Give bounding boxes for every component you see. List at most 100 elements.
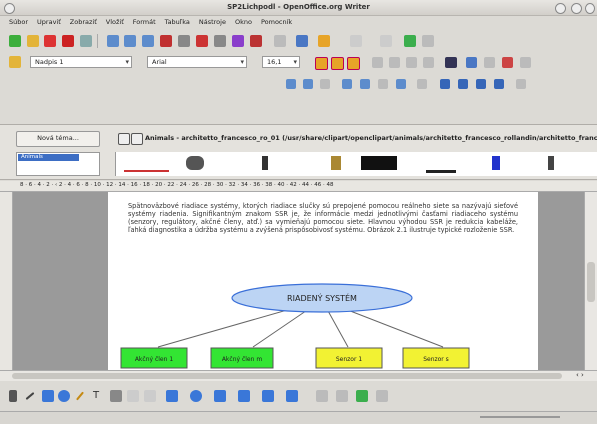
gallery-icon[interactable]	[350, 35, 362, 47]
zoom-icon[interactable]	[380, 35, 392, 47]
menu-item[interactable]: Súbor	[9, 18, 28, 26]
gallery-thumb[interactable]	[124, 156, 169, 172]
ellipse-icon[interactable]	[58, 390, 70, 402]
freeform-icon[interactable]	[76, 391, 84, 401]
line-icon[interactable]	[25, 392, 35, 400]
print-icon[interactable]	[80, 35, 92, 47]
toolbar-options-icon[interactable]	[422, 35, 434, 47]
area-icon[interactable]	[494, 79, 504, 89]
fontwork-icon[interactable]	[316, 390, 328, 402]
menu-item[interactable]: Zobraziť	[70, 18, 97, 26]
undo-icon[interactable]	[107, 35, 119, 47]
copy-icon[interactable]	[196, 35, 208, 47]
to-foreground-icon[interactable]	[396, 79, 406, 89]
vertical-scrollbar[interactable]	[584, 192, 597, 370]
anchor-icon[interactable]	[342, 79, 352, 89]
numbering-icon[interactable]	[466, 57, 477, 68]
help-icon[interactable]	[404, 35, 416, 47]
bold-icon[interactable]	[315, 57, 328, 70]
gallery-thumb[interactable]	[262, 156, 268, 170]
table-icon[interactable]	[274, 35, 286, 47]
rectangle-icon[interactable]	[42, 390, 54, 402]
scroll-thumb[interactable]	[12, 373, 562, 379]
open-icon[interactable]	[27, 35, 39, 47]
from-file-icon[interactable]	[356, 390, 368, 402]
gallery-thumb[interactable]	[186, 156, 204, 170]
callouts-icon[interactable]	[262, 390, 274, 402]
icon-view-icon[interactable]	[118, 133, 130, 145]
basic-shapes-icon[interactable]	[166, 390, 178, 402]
italic-icon[interactable]	[331, 57, 344, 70]
scroll-arrows-icon[interactable]: ‹ ›	[576, 371, 584, 379]
horizontal-scrollbar[interactable]: ‹ ›	[0, 370, 597, 381]
theme-list[interactable]: Animals	[16, 152, 100, 176]
edit-icon[interactable]	[160, 35, 172, 47]
flowchart-icon[interactable]	[238, 390, 250, 402]
menu-item[interactable]: Nástroje	[199, 18, 226, 26]
detail-view-icon[interactable]	[131, 133, 143, 145]
format-paintbrush-icon[interactable]	[232, 35, 244, 47]
arrange-icon[interactable]	[458, 79, 468, 89]
bring-front-icon[interactable]	[360, 79, 370, 89]
symbol-shapes-icon[interactable]	[190, 390, 202, 402]
align-left-icon[interactable]	[372, 57, 383, 68]
styles-icon[interactable]	[9, 56, 21, 68]
close-icon[interactable]	[585, 3, 595, 14]
extrusion-icon[interactable]	[336, 390, 348, 402]
paragraph-direction-icon[interactable]	[445, 57, 457, 68]
menu-item[interactable]: Upraviť	[37, 18, 61, 26]
gallery-thumb[interactable]	[492, 156, 500, 170]
align-center-icon[interactable]	[389, 57, 400, 68]
maximize-icon[interactable]	[571, 3, 582, 14]
points-icon[interactable]	[127, 390, 139, 402]
send-back-icon[interactable]	[378, 79, 388, 89]
menu-item[interactable]: Vložiť	[106, 18, 124, 26]
zoom-slider[interactable]	[480, 416, 560, 418]
new-theme-button[interactable]: Nová téma...	[16, 131, 100, 147]
navigator-icon[interactable]	[318, 35, 330, 47]
gallery-thumb[interactable]	[426, 156, 456, 173]
gallery-thumb[interactable]	[548, 156, 554, 170]
menu-item[interactable]: Tabuľka	[165, 18, 190, 26]
stars-icon[interactable]	[286, 390, 298, 402]
underline-icon[interactable]	[347, 57, 360, 70]
show-draw-functions-icon[interactable]	[296, 35, 308, 47]
bullets-icon[interactable]	[484, 57, 495, 68]
save-icon[interactable]	[44, 35, 56, 47]
spellcheck-icon[interactable]	[142, 35, 154, 47]
gallery-toggle-icon[interactable]	[376, 390, 388, 402]
horizontal-ruler[interactable]: 8 · 6 · 4 · 2 · ‹ 2 · 4 · 6 · 8 · 10 · 1…	[0, 181, 597, 192]
text-icon[interactable]: T	[93, 390, 105, 402]
scroll-thumb[interactable]	[587, 262, 595, 302]
hyperlink-icon[interactable]	[250, 35, 262, 47]
group-icon[interactable]	[417, 79, 427, 89]
font-name-select[interactable]: Arial	[147, 56, 247, 68]
justify-icon[interactable]	[423, 57, 434, 68]
wrap-page-icon[interactable]	[303, 79, 313, 89]
align-right-icon[interactable]	[406, 57, 417, 68]
document-page[interactable]: Spätnoväzbové riadiace systémy, ktorých …	[108, 192, 538, 370]
highlight-icon[interactable]	[520, 57, 531, 68]
diagram[interactable]: RIADENÝ SYSTÉM Akčný člen 1 Akčný člen m…	[108, 192, 538, 370]
menu-item[interactable]: Okno	[235, 18, 252, 26]
paste-icon[interactable]	[214, 35, 226, 47]
menu-item[interactable]: Formát	[133, 18, 156, 26]
redo-icon[interactable]	[124, 35, 136, 47]
gallery-thumb[interactable]	[331, 156, 341, 170]
wrap-optimal-icon[interactable]	[320, 79, 330, 89]
wrap-off-icon[interactable]	[286, 79, 296, 89]
font-color-icon[interactable]	[502, 57, 513, 68]
export-pdf-icon[interactable]	[62, 35, 74, 47]
select-arrow-icon[interactable]	[9, 390, 17, 402]
document-area[interactable]: Spätnoväzbové riadiace systémy, ktorých …	[13, 192, 584, 370]
font-size-select[interactable]: 16,1	[262, 56, 300, 68]
align-objects-icon[interactable]	[440, 79, 450, 89]
properties-icon[interactable]	[516, 79, 526, 89]
block-arrows-icon[interactable]	[214, 390, 226, 402]
cut-icon[interactable]	[178, 35, 190, 47]
menu-item[interactable]: Pomocník	[261, 18, 292, 26]
minimize-icon[interactable]	[555, 3, 566, 14]
vertical-ruler[interactable]	[0, 192, 13, 370]
glue-points-icon[interactable]	[144, 390, 156, 402]
gallery-thumbnails[interactable]	[115, 152, 597, 176]
